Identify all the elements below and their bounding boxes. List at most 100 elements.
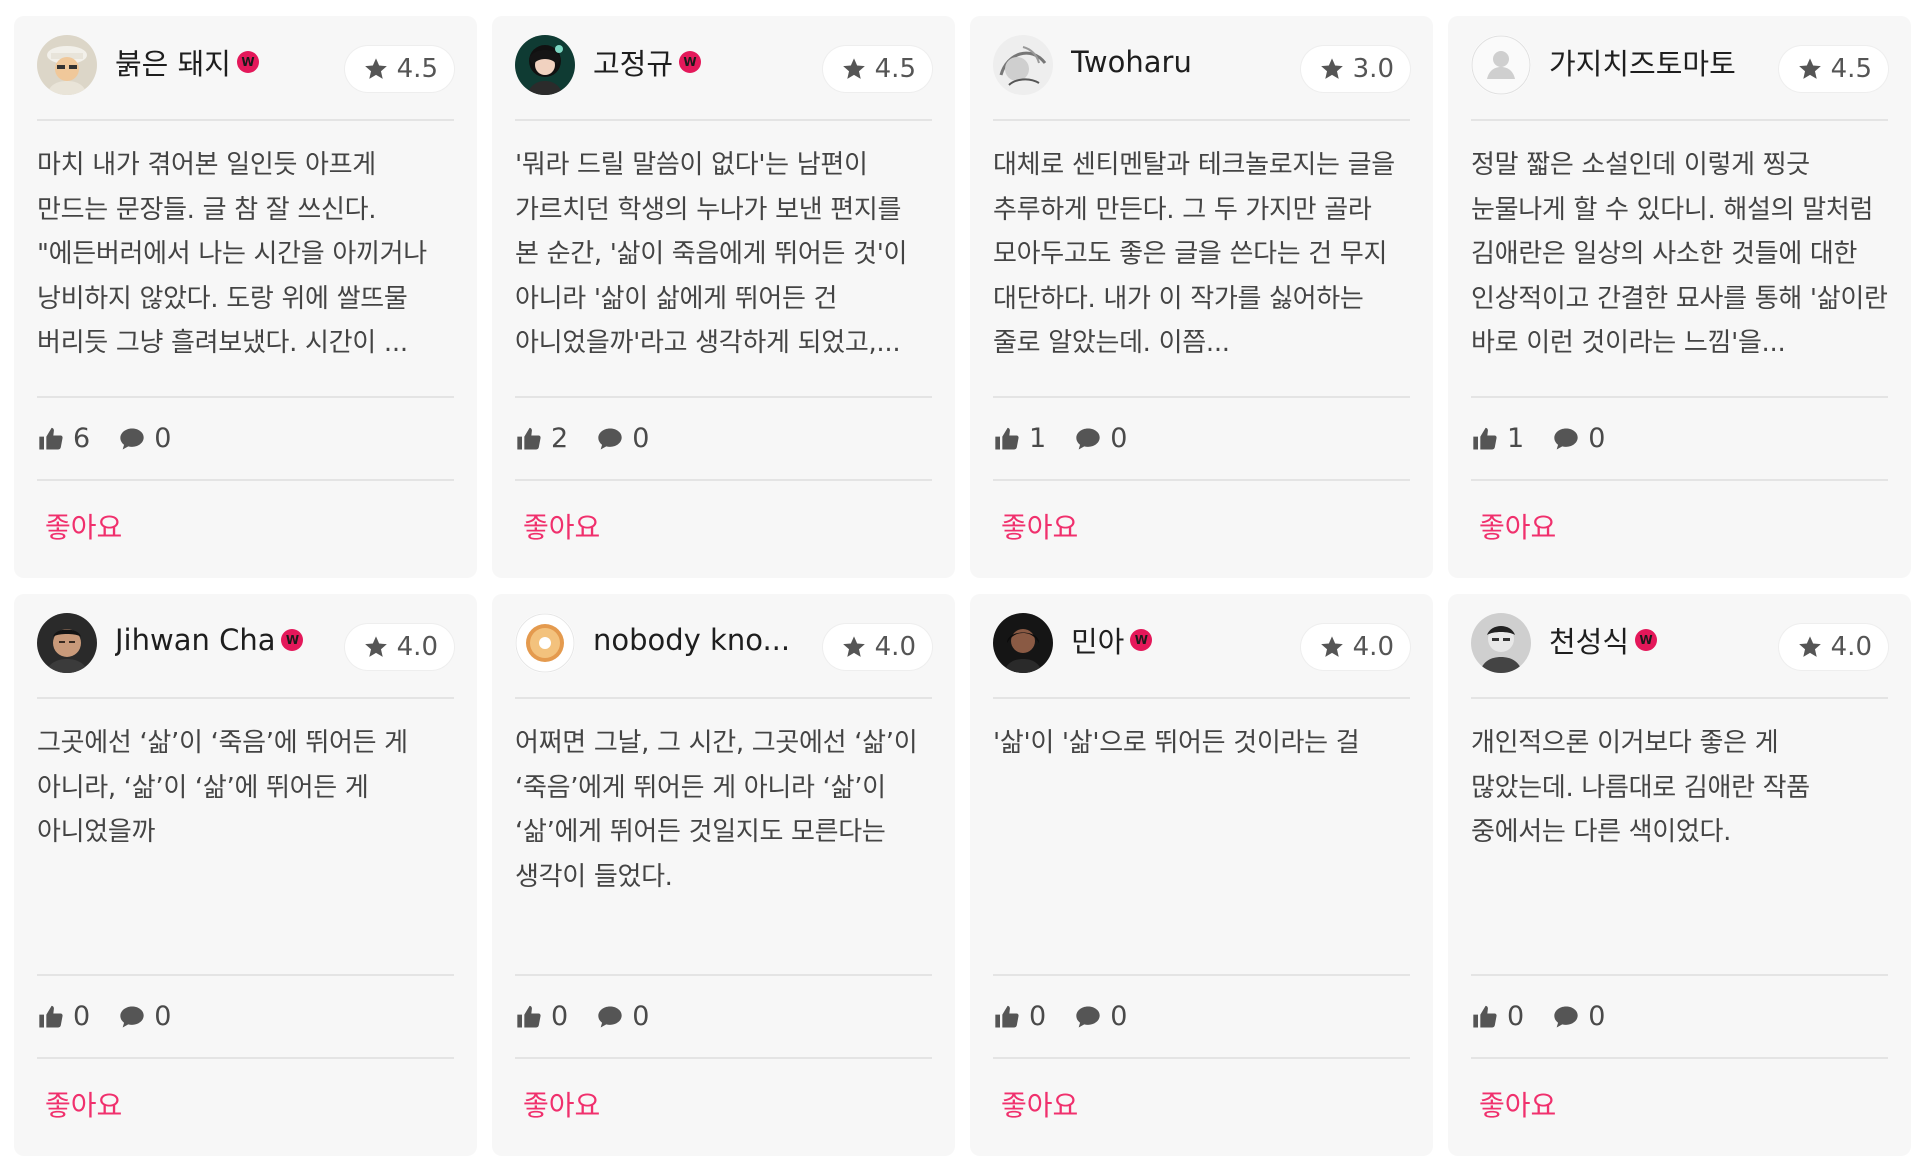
like-count-value: 1 <box>1507 423 1525 454</box>
username[interactable]: Twoharu <box>1071 45 1192 79</box>
avatar[interactable] <box>515 34 575 95</box>
comment-card[interactable]: Jihwan Cha 4.0 그곳에선 ‘삶’이 ‘죽음’에 뛰어든 게 아니라… <box>14 594 477 1156</box>
comment-header: 천성식 4.0 <box>1471 594 1888 699</box>
verified-badge-icon <box>236 50 259 73</box>
reply-count: 0 <box>118 1001 171 1032</box>
comment-header: 고정규 4.5 <box>515 16 932 121</box>
comment-stats: 2 0 <box>515 398 932 481</box>
like-button[interactable]: 좋아요 <box>1471 1059 1888 1149</box>
like-count-value: 0 <box>1507 1001 1525 1032</box>
star-icon <box>1320 636 1343 657</box>
star-icon <box>1798 58 1821 79</box>
star-icon <box>364 636 387 657</box>
comment-card[interactable]: Twoharu 3.0 대체로 센티멘탈과 테크놀로지는 글을 추루하게 만든다… <box>970 16 1433 578</box>
comment-text[interactable]: 어쩌면 그날, 그 시간, 그곳에선 ‘삶’이 ‘죽음’에게 뛰어든 게 아니라… <box>515 699 932 976</box>
avatar[interactable] <box>1471 34 1531 95</box>
like-count: 0 <box>37 1001 90 1032</box>
reply-count: 0 <box>118 423 171 454</box>
comment-card[interactable]: 민아 4.0 '삶'이 '삶'으로 뛰어든 것이라는 걸 0 0 <box>970 594 1433 1156</box>
avatar[interactable] <box>1471 612 1531 673</box>
username[interactable]: nobody kno... <box>593 623 790 657</box>
rating-badge: 4.0 <box>344 624 454 670</box>
like-count-value: 0 <box>73 1001 91 1032</box>
avatar[interactable] <box>37 34 97 95</box>
reply-count-value: 0 <box>154 1001 172 1032</box>
avatar[interactable] <box>993 612 1053 673</box>
star-icon <box>1320 58 1343 79</box>
comment-stats: 1 0 <box>1471 398 1888 481</box>
speech-bubble-icon <box>1554 428 1578 449</box>
reply-count-value: 0 <box>1110 1001 1128 1032</box>
thumbs-up-icon <box>39 427 63 449</box>
like-count: 2 <box>515 423 568 454</box>
comment-header: Twoharu 3.0 <box>993 16 1410 121</box>
comment-text[interactable]: 정말 짧은 소설인데 이렇게 찡긋 눈물나게 할 수 있다니. 해설의 말처럼 … <box>1471 121 1888 398</box>
comment-card[interactable]: 가지치즈토마토 4.5 정말 짧은 소설인데 이렇게 찡긋 눈물나게 할 수 있… <box>1448 16 1911 578</box>
verified-badge-icon <box>1130 628 1153 651</box>
comment-text[interactable]: 마치 내가 겪어본 일인듯 아프게 만드는 문장들. 글 참 잘 쓰신다. "에… <box>37 121 454 398</box>
like-button[interactable]: 좋아요 <box>37 1059 454 1149</box>
rating-value: 4.0 <box>1830 632 1872 662</box>
like-button[interactable]: 좋아요 <box>993 1059 1410 1149</box>
like-count: 0 <box>1471 1001 1524 1032</box>
comment-header: nobody kno... 4.0 <box>515 594 932 699</box>
speech-bubble-icon <box>1076 1006 1100 1027</box>
username[interactable]: 붉은 돼지 <box>115 41 231 83</box>
comment-card[interactable]: 천성식 4.0 개인적으론 이거보다 좋은 게 많았는데. 나름대로 김애란 작… <box>1448 594 1911 1156</box>
username[interactable]: 천성식 <box>1549 619 1629 661</box>
username[interactable]: 민아 <box>1071 619 1124 661</box>
reply-count-value: 0 <box>1588 423 1606 454</box>
thumbs-up-icon <box>39 1005 63 1027</box>
rating-value: 4.0 <box>1352 632 1394 662</box>
reply-count-value: 0 <box>632 1001 650 1032</box>
reply-count: 0 <box>596 423 649 454</box>
like-button[interactable]: 좋아요 <box>515 481 932 571</box>
comment-text[interactable]: 개인적으론 이거보다 좋은 게 많았는데. 나름대로 김애란 작품 중에서는 다… <box>1471 699 1888 976</box>
like-count: 6 <box>37 423 90 454</box>
username[interactable]: 고정규 <box>593 41 673 83</box>
username[interactable]: Jihwan Cha <box>115 623 275 657</box>
thumbs-up-icon <box>517 427 541 449</box>
avatar[interactable] <box>515 612 575 673</box>
comment-text[interactable]: '삶'이 '삶'으로 뛰어든 것이라는 걸 <box>993 699 1410 976</box>
rating-badge: 4.5 <box>1778 46 1888 92</box>
comment-card[interactable]: nobody kno... 4.0 어쩌면 그날, 그 시간, 그곳에선 ‘삶’… <box>492 594 955 1156</box>
comment-text[interactable]: '뭐라 드릴 말씀이 없다'는 남편이 가르치던 학생의 누나가 보낸 편지를 … <box>515 121 932 398</box>
avatar[interactable] <box>993 34 1053 95</box>
like-count-value: 6 <box>73 423 91 454</box>
speech-bubble-icon <box>598 428 622 449</box>
comment-grid: 붉은 돼지 4.5 마치 내가 겪어본 일인듯 아프게 만드는 문장들. 글 참… <box>14 16 1911 1156</box>
comment-stats: 1 0 <box>993 398 1410 481</box>
star-icon <box>842 58 865 79</box>
comment-header: 민아 4.0 <box>993 594 1410 699</box>
verified-badge-icon <box>281 628 304 651</box>
username[interactable]: 가지치즈토마토 <box>1549 41 1736 83</box>
like-button[interactable]: 좋아요 <box>515 1059 932 1149</box>
thumbs-up-icon <box>995 427 1019 449</box>
like-button[interactable]: 좋아요 <box>1471 481 1888 571</box>
avatar[interactable] <box>37 612 97 673</box>
like-count: 0 <box>515 1001 568 1032</box>
comment-text[interactable]: 대체로 센티멘탈과 테크놀로지는 글을 추루하게 만든다. 그 두 가지만 골라… <box>993 121 1410 398</box>
like-button[interactable]: 좋아요 <box>37 481 454 571</box>
like-button[interactable]: 좋아요 <box>993 481 1410 571</box>
like-count: 1 <box>1471 423 1524 454</box>
comment-text[interactable]: 그곳에선 ‘삶’이 ‘죽음’에 뛰어든 게 아니라, ‘삶’이 ‘삶’에 뛰어든… <box>37 699 454 976</box>
speech-bubble-icon <box>598 1006 622 1027</box>
reply-count-value: 0 <box>1110 423 1128 454</box>
reply-count: 0 <box>1552 1001 1605 1032</box>
comment-card[interactable]: 붉은 돼지 4.5 마치 내가 겪어본 일인듯 아프게 만드는 문장들. 글 참… <box>14 16 477 578</box>
like-count-value: 0 <box>551 1001 569 1032</box>
rating-value: 4.5 <box>874 54 916 84</box>
like-count: 0 <box>993 1001 1046 1032</box>
rating-value: 4.0 <box>396 632 438 662</box>
reply-count-value: 0 <box>154 423 172 454</box>
rating-value: 4.5 <box>396 54 438 84</box>
speech-bubble-icon <box>120 1006 144 1027</box>
verified-badge-icon <box>679 50 702 73</box>
rating-badge: 3.0 <box>1300 46 1410 92</box>
comment-card[interactable]: 고정규 4.5 '뭐라 드릴 말씀이 없다'는 남편이 가르치던 학생의 누나가… <box>492 16 955 578</box>
reply-count: 0 <box>1074 423 1127 454</box>
thumbs-up-icon <box>1473 1005 1497 1027</box>
rating-value: 4.5 <box>1830 54 1872 84</box>
